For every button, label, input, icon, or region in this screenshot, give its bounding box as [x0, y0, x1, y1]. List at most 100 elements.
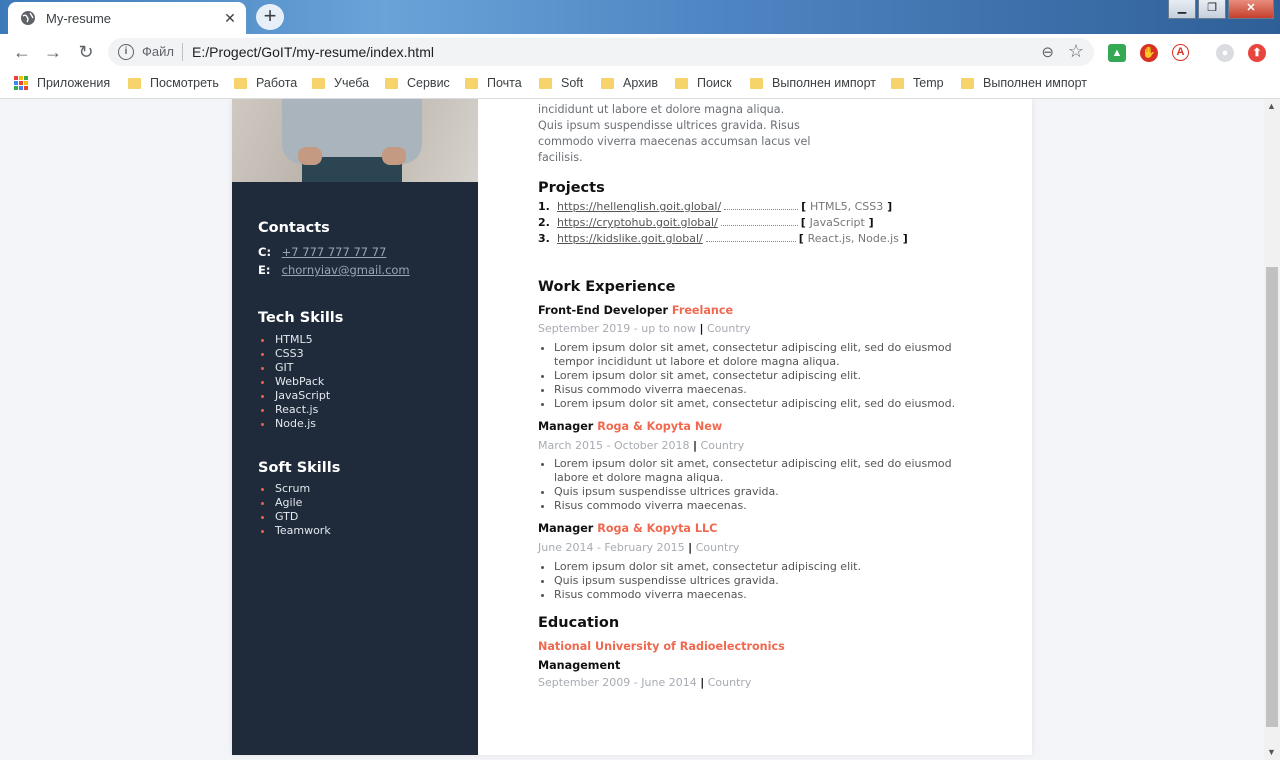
bookmark-folder[interactable]: Учеба: [312, 76, 369, 90]
bracket-close: ]: [898, 232, 908, 245]
new-tab-button[interactable]: +: [256, 4, 284, 30]
email-label: E:: [258, 263, 271, 277]
bookmark-folder[interactable]: Сервис: [385, 76, 450, 90]
extension-green-icon[interactable]: ▲: [1108, 44, 1126, 62]
resume-sidebar: Contacts C: +7 777 777 77 77 E: chornyia…: [232, 99, 478, 755]
project-item: 2. https://cryptohub.goit.global/ [ JavaSc…: [538, 216, 874, 229]
bookmark-label: Посмотреть: [150, 76, 219, 90]
bullet-item: Quis ipsum suspendisse ultrices gravida.: [554, 485, 984, 499]
job-bullets: Lorem ipsum dolor sit amet, consectetur …: [538, 341, 984, 411]
dotted-leader: [705, 233, 796, 242]
bullet-item: Lorem ipsum dolor sit amet, consectetur …: [554, 369, 984, 383]
restore-button[interactable]: ❐: [1198, 0, 1226, 19]
scroll-down-arrow-icon[interactable]: ▼: [1267, 747, 1276, 757]
bookmark-folder[interactable]: Выполнен импорт: [750, 76, 876, 90]
education-degree: Management: [538, 659, 621, 672]
bullet-item: Risus commodo viverra maecenas.: [554, 499, 984, 513]
address-divider: [182, 43, 183, 61]
scroll-up-arrow-icon[interactable]: ▲: [1267, 101, 1276, 111]
education-period: September 2009 - June 2014: [538, 676, 697, 689]
folder-icon: [234, 77, 247, 89]
education-title: Education: [538, 615, 620, 631]
bullet-item: Lorem ipsum dolor sit amet, consectetur …: [554, 397, 984, 411]
close-window-button[interactable]: ✕: [1228, 0, 1274, 19]
profile-photo: [232, 99, 478, 182]
info-icon[interactable]: i: [118, 44, 134, 60]
skill-item: WebPack: [258, 375, 330, 389]
job-location: Country: [695, 541, 740, 554]
reload-icon[interactable]: ↻: [76, 42, 96, 62]
skill-item: Scrum: [258, 482, 331, 496]
vertical-scrollbar[interactable]: ▲ ▼: [1264, 99, 1280, 760]
bookmarks-bar: Приложения Посмотреть Работа Учеба Серви…: [0, 70, 1280, 99]
skill-item: GTD: [258, 510, 331, 524]
address-toolbar: ← → ↻ i Файл E:/Progect/GoIT/my-resume/i…: [0, 34, 1280, 70]
skill-item: React.js: [258, 403, 330, 417]
browser-tab[interactable]: My-resume ✕: [8, 2, 246, 34]
bracket-close: ]: [864, 216, 874, 229]
job-period: September 2019 - up to now: [538, 322, 696, 335]
project-link[interactable]: https://cryptohub.goit.global/: [557, 216, 718, 229]
back-arrow-icon[interactable]: ←: [12, 42, 32, 62]
job-role: Manager: [538, 522, 594, 535]
bookmark-folder[interactable]: Посмотреть: [128, 76, 219, 90]
bookmark-star-icon[interactable]: ☆: [1068, 41, 1084, 62]
extension-hand-icon[interactable]: ✋: [1140, 44, 1158, 62]
bullet-item: Risus commodo viverra maecenas.: [554, 383, 984, 397]
project-link[interactable]: https://kidslike.goit.global/: [557, 232, 703, 245]
project-number: 1.: [538, 200, 550, 213]
folder-icon: [750, 77, 763, 89]
job-role: Manager: [538, 420, 594, 433]
bracket-open: [: [798, 232, 808, 245]
job-dates: September 2019 - up to now | Country: [538, 322, 751, 335]
folder-icon: [601, 77, 614, 89]
photo-hand: [298, 147, 322, 165]
zoom-icon[interactable]: ⊖: [1041, 43, 1054, 61]
project-number: 2.: [538, 216, 550, 229]
update-menu-icon[interactable]: ⬆: [1248, 44, 1266, 62]
bookmark-label: Работа: [256, 76, 298, 90]
job-company: Roga & Kopyta New: [597, 420, 723, 433]
folder-icon: [539, 77, 552, 89]
extension-adblock-icon[interactable]: A: [1172, 44, 1189, 61]
job-period: June 2014 - February 2015: [538, 541, 685, 554]
phone-label: C:: [258, 245, 272, 259]
tech-skills-title: Tech Skills: [258, 310, 344, 326]
scroll-thumb[interactable]: [1266, 267, 1278, 727]
bookmark-folder[interactable]: Выполнен импорт: [961, 76, 1087, 90]
bookmark-apps[interactable]: Приложения: [14, 76, 110, 90]
project-tech: React.js, Node.js: [807, 232, 899, 245]
job-bullets: Lorem ipsum dolor sit amet, consectetur …: [538, 560, 984, 602]
bookmark-folder[interactable]: Работа: [234, 76, 297, 90]
bookmark-folder[interactable]: Поиск: [675, 76, 732, 90]
folder-icon: [128, 77, 141, 89]
soft-skills-list: Scrum Agile GTD Teamwork: [258, 482, 331, 538]
education-dates: September 2009 - June 2014 | Country: [538, 676, 751, 689]
skill-item: Teamwork: [258, 524, 331, 538]
email-link[interactable]: chornyiav@gmail.com: [282, 263, 410, 277]
bookmark-folder[interactable]: Почта: [465, 76, 522, 90]
resume-page: Contacts C: +7 777 777 77 77 E: chornyia…: [232, 99, 1032, 755]
bookmark-folder[interactable]: Soft: [539, 76, 583, 90]
pipe-separator: |: [699, 322, 704, 335]
bullet-item: Lorem ipsum dolor sit amet, consectetur …: [554, 560, 984, 574]
forward-arrow-icon[interactable]: →: [43, 42, 63, 62]
pipe-separator: |: [688, 541, 693, 554]
bookmark-folder[interactable]: Архив: [601, 76, 658, 90]
profile-avatar-icon[interactable]: ●: [1216, 44, 1234, 62]
bookmark-label: Приложения: [37, 76, 111, 90]
job-location: Country: [706, 322, 751, 335]
folder-icon: [312, 77, 325, 89]
education-university: National University of Radioelectronics: [538, 640, 785, 653]
pipe-separator: |: [700, 676, 705, 689]
phone-link[interactable]: +7 777 777 77 77: [282, 245, 387, 259]
job-title: Manager Roga & Kopyta New: [538, 420, 722, 433]
bookmark-folder[interactable]: Temp: [891, 76, 944, 90]
about-text-line: incididunt ut labore et dolore magna ali…: [538, 103, 785, 116]
project-link[interactable]: https://hellenglish.goit.global/: [557, 200, 721, 213]
project-item: 3. https://kidslike.goit.global/ [ React.j…: [538, 232, 908, 245]
close-tab-icon[interactable]: ✕: [222, 10, 238, 26]
minimize-button[interactable]: ▁: [1168, 0, 1196, 19]
address-bar[interactable]: i Файл E:/Progect/GoIT/my-resume/index.h…: [108, 38, 1094, 66]
address-url[interactable]: E:/Progect/GoIT/my-resume/index.html: [192, 44, 434, 60]
